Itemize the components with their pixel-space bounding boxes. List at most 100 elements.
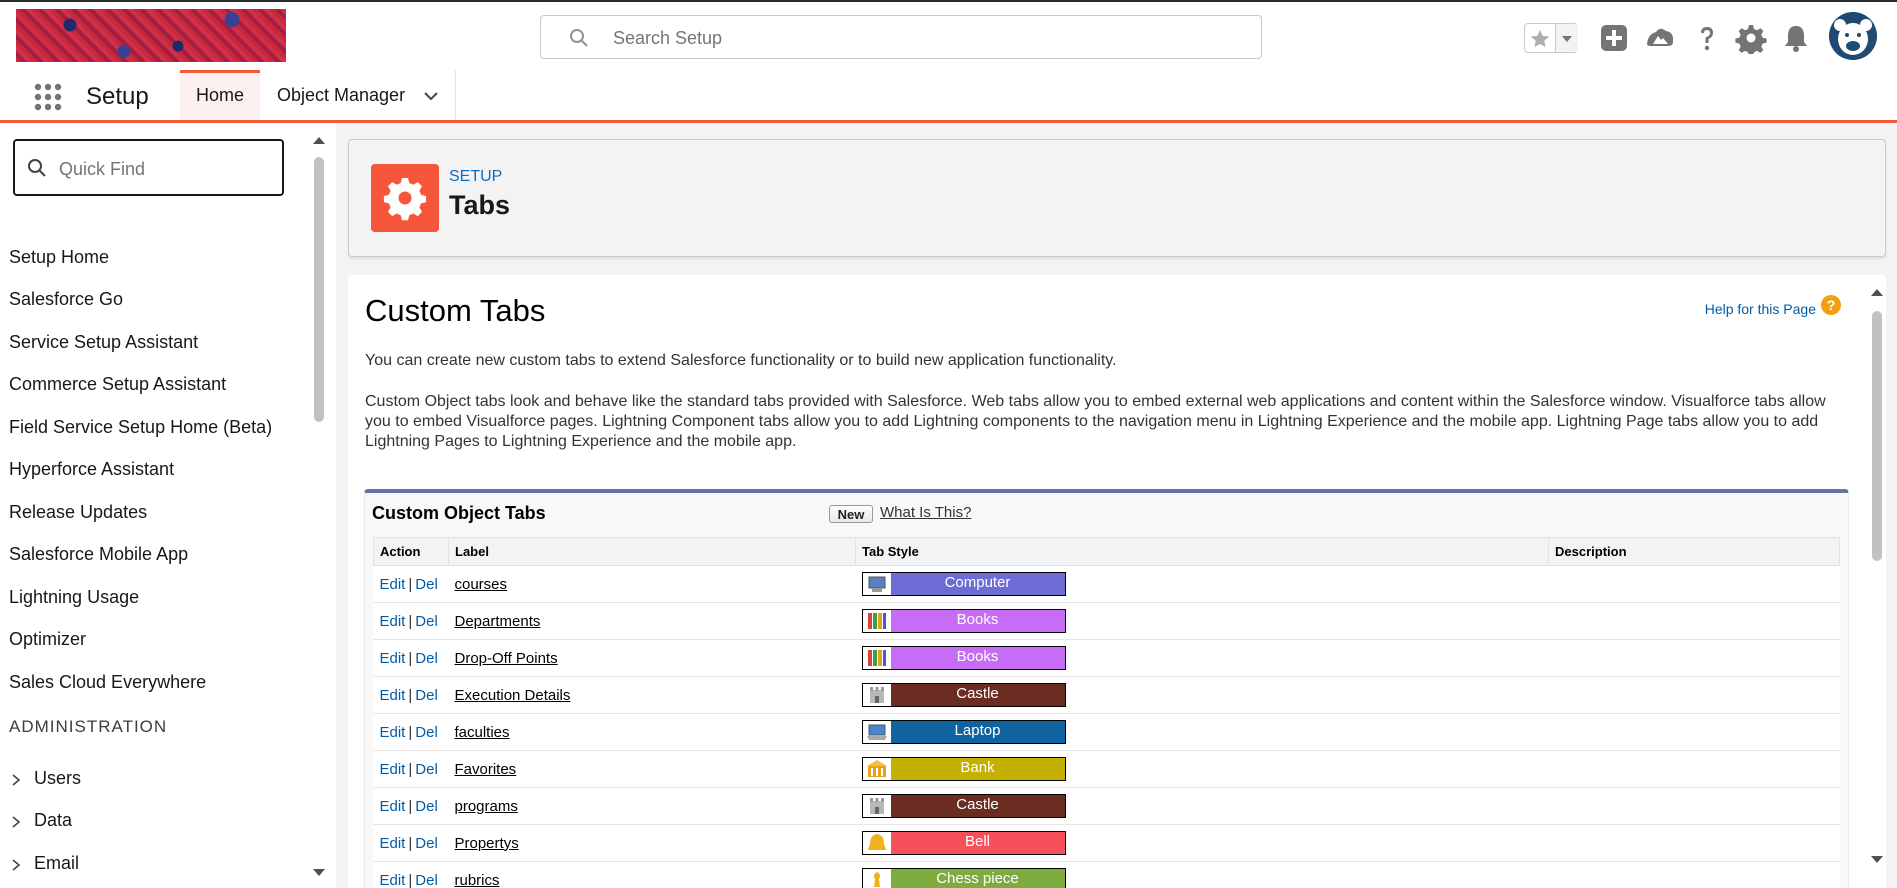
delete-link[interactable]: Del xyxy=(415,872,438,888)
help-for-this-page-link[interactable]: Help for this Page xyxy=(1705,301,1816,317)
content-scroll-thumb[interactable] xyxy=(1872,311,1882,561)
edit-link[interactable]: Edit xyxy=(380,687,406,704)
quick-find-input[interactable] xyxy=(57,155,276,183)
caret-down-icon xyxy=(1562,36,1572,42)
edit-link[interactable]: Edit xyxy=(380,798,406,815)
quick-find-box[interactable] xyxy=(13,139,284,196)
setup-sidebar: Setup Home Salesforce Go Service Setup A… xyxy=(0,123,325,888)
tab-label-link[interactable]: programs xyxy=(455,798,518,815)
sidebar-item-service-setup-assistant[interactable]: Service Setup Assistant xyxy=(9,332,198,353)
sidebar-item-sales-cloud-everywhere[interactable]: Sales Cloud Everywhere xyxy=(9,672,206,693)
edit-link[interactable]: Edit xyxy=(380,835,406,852)
sidebar-scroll-thumb[interactable] xyxy=(314,157,324,422)
sidebar-item-data[interactable]: Data xyxy=(34,810,72,831)
tab-label-link[interactable]: Favorites xyxy=(455,761,517,778)
edit-link[interactable]: Edit xyxy=(380,576,406,593)
edit-link[interactable]: Edit xyxy=(380,613,406,630)
gear-icon[interactable] xyxy=(1735,22,1767,54)
tab-label-link[interactable]: Execution Details xyxy=(455,687,571,704)
tab-label-link[interactable]: rubrics xyxy=(455,872,500,888)
app-launcher-icon[interactable] xyxy=(33,82,63,112)
tab-style-icon xyxy=(862,647,891,669)
chevron-right-icon[interactable] xyxy=(9,815,23,829)
label-cell: Departments xyxy=(448,602,856,640)
tab-style-name: Chess piece xyxy=(890,869,1065,888)
tab-style-icon xyxy=(862,832,891,854)
favorites-dropdown-button[interactable] xyxy=(1555,24,1578,52)
label-cell: Execution Details xyxy=(448,676,856,714)
sidebar-item-salesforce-go[interactable]: Salesforce Go xyxy=(9,289,123,310)
scroll-down-arrow-icon[interactable] xyxy=(312,868,326,878)
sidebar-item-optimizer[interactable]: Optimizer xyxy=(9,629,86,650)
chevron-down-icon[interactable] xyxy=(423,88,439,104)
tab-style-cell: Books xyxy=(855,602,1549,640)
tab-style-name: Computer xyxy=(890,573,1065,595)
edit-link[interactable]: Edit xyxy=(380,761,406,778)
description-cell xyxy=(1548,750,1840,788)
user-avatar[interactable] xyxy=(1829,12,1877,60)
custom-object-tabs-section: Custom Object Tabs New What Is This? Act… xyxy=(364,489,1849,888)
what-is-this-link[interactable]: What Is This? xyxy=(880,504,971,521)
bell-icon[interactable] xyxy=(1780,22,1812,54)
table-header-row: Action Label Tab Style Description xyxy=(373,537,1840,566)
sidebar-item-email[interactable]: Email xyxy=(34,853,79,874)
edit-link[interactable]: Edit xyxy=(380,724,406,741)
search-input[interactable] xyxy=(611,24,1235,52)
org-logo[interactable] xyxy=(16,9,286,62)
tab-label-link[interactable]: courses xyxy=(455,576,508,593)
sidebar-item-hyperforce-assistant[interactable]: Hyperforce Assistant xyxy=(9,459,174,480)
tab-label-link[interactable]: Drop-Off Points xyxy=(455,650,558,667)
edit-link[interactable]: Edit xyxy=(380,650,406,667)
edit-link[interactable]: Edit xyxy=(380,872,406,888)
sidebar-item-field-service-setup-home[interactable]: Field Service Setup Home (Beta) xyxy=(9,417,272,438)
sidebar-item-salesforce-mobile-app[interactable]: Salesforce Mobile App xyxy=(9,544,188,565)
tab-label-link[interactable]: Departments xyxy=(455,613,541,630)
tab-style-swatch: Castle xyxy=(861,683,1066,707)
tab-home[interactable]: Home xyxy=(180,70,260,120)
action-cell: Edit | Del xyxy=(373,602,449,640)
sidebar-item-users[interactable]: Users xyxy=(34,768,81,789)
content-scrollbar[interactable] xyxy=(1868,283,1886,883)
delete-link[interactable]: Del xyxy=(415,687,438,704)
help-icon[interactable] xyxy=(1691,22,1723,54)
action-cell: Edit | Del xyxy=(373,565,449,603)
sidebar-item-release-updates[interactable]: Release Updates xyxy=(9,502,147,523)
setup-gear-icon xyxy=(371,164,439,232)
tab-label-link[interactable]: Propertys xyxy=(455,835,519,852)
sidebar-item-lightning-usage[interactable]: Lightning Usage xyxy=(9,587,139,608)
label-cell: courses xyxy=(448,565,856,603)
add-icon[interactable] xyxy=(1598,22,1630,54)
search-icon xyxy=(570,29,588,47)
favorites-star-icon[interactable] xyxy=(1529,28,1551,50)
chevron-right-icon[interactable] xyxy=(9,773,23,787)
description-cell xyxy=(1548,602,1840,640)
scroll-down-arrow-icon[interactable] xyxy=(1870,855,1884,865)
trailhead-icon[interactable] xyxy=(1644,22,1676,54)
delete-link[interactable]: Del xyxy=(415,576,438,593)
delete-link[interactable]: Del xyxy=(415,798,438,815)
sidebar-item-commerce-setup-assistant[interactable]: Commerce Setup Assistant xyxy=(9,374,226,395)
delete-link[interactable]: Del xyxy=(415,724,438,741)
delete-link[interactable]: Del xyxy=(415,613,438,630)
tab-style-icon xyxy=(862,684,891,706)
sidebar-scrollbar[interactable] xyxy=(312,123,326,888)
tab-style-swatch: Laptop xyxy=(861,720,1066,744)
tab-style-swatch: Books xyxy=(861,609,1066,633)
delete-link[interactable]: Del xyxy=(415,835,438,852)
tab-object-manager[interactable]: Object Manager xyxy=(262,70,456,120)
page-eyebrow: SETUP xyxy=(449,168,503,185)
new-tab-button[interactable]: New xyxy=(829,505,873,523)
tab-label-link[interactable]: faculties xyxy=(455,724,510,741)
global-search-box[interactable] xyxy=(540,15,1262,59)
help-question-icon[interactable]: ? xyxy=(1820,294,1842,316)
favorites-group xyxy=(1524,23,1578,53)
delete-link[interactable]: Del xyxy=(415,650,438,667)
action-cell: Edit | Del xyxy=(373,713,449,751)
delete-link[interactable]: Del xyxy=(415,761,438,778)
sidebar-item-setup-home[interactable]: Setup Home xyxy=(9,247,109,268)
description-cell xyxy=(1548,676,1840,714)
chevron-right-icon[interactable] xyxy=(9,858,23,872)
tab-style-swatch: Chess piece xyxy=(861,868,1066,888)
scroll-up-arrow-icon[interactable] xyxy=(1870,287,1884,297)
scroll-up-arrow-icon[interactable] xyxy=(312,135,326,145)
